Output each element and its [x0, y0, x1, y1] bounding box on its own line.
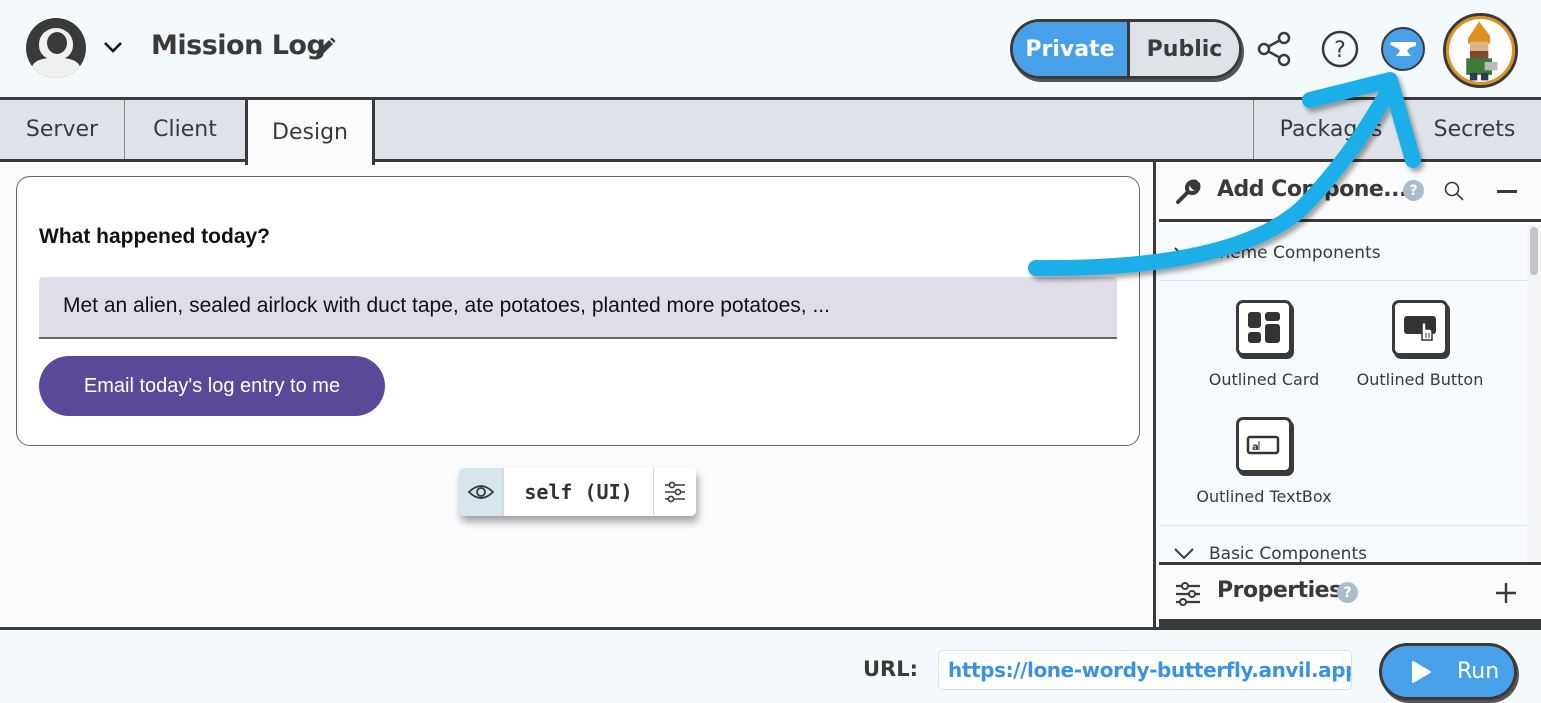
tab-secrets[interactable]: Secrets	[1408, 100, 1541, 159]
tab-server[interactable]: Server	[0, 100, 125, 159]
button-icon	[1392, 300, 1448, 356]
app-url-link[interactable]: https://lone-wordy-butterfly.anvil.app	[938, 650, 1352, 690]
section-title: Basic Components	[1209, 543, 1367, 563]
collapse-icon[interactable]	[1497, 190, 1517, 193]
public-option[interactable]: Public	[1130, 22, 1239, 76]
top-bar: Mission Log Private Public ?	[0, 0, 1541, 97]
section-title: Theme Components	[1209, 242, 1381, 263]
components-scrollbar[interactable]	[1527, 225, 1541, 562]
component-outlined-textbox[interactable]: a Outlined TextBox	[1184, 417, 1344, 506]
card-icon	[1236, 300, 1292, 356]
component-outlined-card[interactable]: Outlined Card	[1184, 300, 1344, 389]
private-option[interactable]: Private	[1013, 22, 1130, 76]
component-outlined-button[interactable]: Outlined Button	[1340, 300, 1500, 389]
component-label: Outlined TextBox	[1196, 487, 1332, 506]
svg-text:a: a	[1252, 442, 1259, 453]
url-label: URL:	[863, 657, 919, 681]
selected-component-name: self (UI)	[504, 468, 654, 516]
visibility-toggle: Private Public	[1010, 19, 1242, 79]
pencil-icon[interactable]	[313, 36, 337, 60]
form-label: What happened today?	[39, 225, 270, 248]
run-label: Run	[1457, 659, 1500, 684]
toolbox-panel: Add Compone... ? Theme Components Outlin…	[1159, 162, 1541, 627]
chevron-down-icon	[1174, 246, 1194, 258]
panel-divider	[1159, 619, 1541, 627]
scrollbar-thumb[interactable]	[1530, 227, 1538, 275]
add-components-title: Add Compone...	[1217, 177, 1407, 202]
footer-bar: URL: https://lone-wordy-butterfly.anvil.…	[0, 627, 1541, 703]
tab-bar: Server Client Design Packages Secrets	[0, 97, 1541, 165]
component-label: Outlined Button	[1356, 370, 1484, 389]
eye-icon[interactable]	[459, 468, 504, 516]
email-log-button[interactable]: Email today's log entry to me	[39, 356, 385, 416]
help-badge-icon[interactable]: ?	[1337, 582, 1358, 603]
chevron-down-icon[interactable]	[102, 36, 124, 58]
sliders-icon	[1176, 582, 1200, 606]
search-icon[interactable]	[1443, 180, 1465, 202]
astronaut-logo[interactable]	[26, 18, 86, 78]
add-components-header: Add Compone... ?	[1159, 162, 1541, 222]
properties-title: Properties	[1217, 578, 1342, 603]
plus-icon[interactable]	[1495, 582, 1517, 604]
textbox-icon: a	[1236, 417, 1292, 473]
section-basic-components[interactable]: Basic Components	[1159, 525, 1527, 562]
tab-client[interactable]: Client	[125, 100, 245, 159]
app-title: Mission Log	[151, 30, 326, 61]
svg-text:?: ?	[1334, 38, 1346, 63]
log-textbox[interactable]: Met an alien, sealed airlock with duct t…	[39, 277, 1117, 339]
anvil-icon[interactable]	[1381, 27, 1425, 71]
design-canvas[interactable]: What happened today? Met an alien, seale…	[0, 162, 1156, 627]
play-icon	[1412, 660, 1431, 683]
help-badge-icon[interactable]: ?	[1403, 180, 1424, 201]
sliders-icon[interactable]	[654, 468, 696, 516]
selection-bar: self (UI)	[459, 468, 696, 516]
user-avatar[interactable]	[1443, 13, 1518, 88]
components-list: Theme Components Outlined Card Outlined …	[1159, 225, 1527, 562]
run-button[interactable]: Run	[1379, 643, 1517, 700]
properties-header: Properties ?	[1159, 562, 1541, 619]
tab-packages[interactable]: Packages	[1253, 100, 1408, 159]
component-label: Outlined Card	[1208, 370, 1320, 389]
share-icon[interactable]	[1256, 30, 1294, 68]
wrench-icon	[1176, 179, 1201, 204]
section-theme-components[interactable]: Theme Components	[1159, 225, 1527, 281]
chevron-down-icon	[1174, 547, 1194, 559]
outlined-card[interactable]: What happened today? Met an alien, seale…	[16, 176, 1140, 446]
help-icon[interactable]: ?	[1320, 29, 1360, 69]
tab-design[interactable]: Design	[245, 100, 375, 165]
